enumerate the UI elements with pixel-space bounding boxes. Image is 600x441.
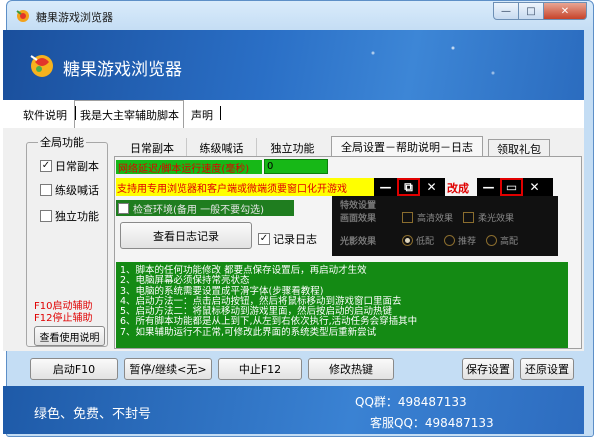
save-settings-button[interactable]: 保存设置 — [462, 358, 514, 380]
restore-settings-button[interactable]: 还原设置 — [520, 358, 574, 380]
checkbox-empty-icon — [40, 210, 52, 222]
maximize-button[interactable]: □ — [519, 2, 544, 20]
view-help-button[interactable]: 查看使用说明 — [34, 326, 105, 346]
stop-hotkey-note: F12停止辅助 — [34, 313, 93, 324]
sparkle-decoration — [333, 38, 533, 88]
window-mode-controls-after: — ▭ ✕ — [477, 178, 553, 196]
browser-note: 支持用专用浏览器和客户端或微端须要窗口化开游戏 — [116, 178, 374, 196]
view-log-button[interactable]: 查看日志记录 — [120, 222, 252, 249]
radio-empty-icon — [444, 235, 456, 246]
menu-item-declaration[interactable]: 声明 — [191, 107, 213, 123]
stop-button[interactable]: 中止F12 — [218, 358, 302, 380]
checkbox-empty-icon — [40, 184, 52, 196]
check-environment-checkbox[interactable]: 检查环境(备用 一般不要勾选) — [116, 200, 294, 216]
menu-bar: 软件说明 我是大主宰辅助脚本 声明 — [3, 100, 584, 128]
tab-independent[interactable]: 独立功能 — [256, 138, 328, 157]
soft-effect-checkbox[interactable]: 柔光效果 — [463, 211, 514, 224]
checkbox-empty-icon — [118, 202, 129, 214]
effects-title: 特效设置 — [340, 201, 377, 211]
leveling-shout-checkbox[interactable]: 练级喊话 — [40, 182, 99, 198]
radio-recommended-label: 推荐 — [458, 237, 477, 247]
radio-recommended[interactable]: 推荐 — [444, 234, 476, 247]
radio-high[interactable]: 高配 — [486, 234, 518, 247]
candy-icon — [16, 10, 29, 22]
menu-separator — [75, 106, 76, 120]
tab-daily-dungeon[interactable]: 日常副本 — [118, 138, 186, 157]
independent-function-label: 独立功能 — [55, 210, 99, 223]
picture-effect-label: 画面效果 — [340, 214, 377, 224]
window-mode-controls-before: — ⧉ ✕ — [374, 178, 445, 196]
light-effect-row: 光影效果 低配 推荐 高配 — [340, 234, 528, 247]
record-log-label: 记录日志 — [273, 233, 317, 246]
radio-high-label: 高配 — [500, 237, 519, 247]
menu-item-script[interactable]: 我是大主宰辅助脚本 — [80, 107, 179, 123]
header-banner: 糖果游戏浏览器 — [3, 30, 584, 100]
candy-logo-icon — [30, 55, 53, 77]
modify-to-label: 改成 — [447, 182, 469, 195]
instructions-panel: 1、脚本的任何功能修改 都要点保存设置后，再启动才生效 2、电脑屏幕必须保持常亮… — [116, 262, 568, 348]
minimize-button[interactable]: — — [493, 2, 519, 20]
service-qq: 客服QQ：498487133 — [370, 416, 494, 430]
maximize-sample-icon: ▭ — [500, 178, 523, 196]
window-title: 糖果游戏浏览器 — [36, 11, 113, 24]
radio-low[interactable]: 低配 — [402, 234, 434, 247]
checkbox-empty-icon — [402, 212, 413, 223]
global-functions-title: 全局功能 — [38, 134, 86, 150]
tab-global-settings[interactable]: 全局设置－帮助说明－日志 — [331, 136, 483, 157]
delay-input[interactable]: 0 — [264, 159, 328, 174]
modify-hotkey-button[interactable]: 修改热键 — [308, 358, 394, 380]
title-bar[interactable]: 糖果游戏浏览器 — □ ✕ — [7, 1, 593, 29]
close-sample-icon: ✕ — [426, 180, 437, 194]
pause-resume-button[interactable]: 暂停/继续<无> — [124, 358, 212, 380]
picture-effect-row: 画面效果 高清效果 柔光效果 — [340, 211, 524, 224]
daily-dungeon-label: 日常副本 — [55, 160, 99, 173]
close-sample-icon: ✕ — [529, 180, 540, 194]
tab-gift-pack[interactable]: 领取礼包 — [488, 139, 550, 157]
menu-separator — [220, 106, 221, 120]
hd-effect-label: 高清效果 — [417, 214, 454, 224]
minimize-sample-icon: — — [482, 180, 495, 194]
record-log-checkbox[interactable]: ✓ 记录日志 — [258, 231, 317, 247]
checkbox-empty-icon — [463, 212, 475, 223]
minimize-sample-icon: — — [379, 180, 392, 194]
radio-low-label: 低配 — [416, 237, 435, 247]
effects-title-row: 特效设置 — [340, 198, 402, 211]
qq-group: QQ群：498487133 — [355, 395, 467, 409]
light-effect-label: 光影效果 — [340, 237, 377, 247]
close-button[interactable]: ✕ — [544, 2, 587, 20]
delay-label: 网络延迟/脚本运行速度(毫秒) — [116, 160, 262, 175]
radio-empty-icon — [486, 235, 498, 246]
restore-sample-icon: ⧉ — [397, 178, 420, 196]
footer-slogan: 绿色、免费、不封号 — [34, 407, 152, 422]
leveling-shout-label: 练级喊话 — [55, 184, 99, 197]
checkbox-checked-icon: ✓ — [40, 160, 52, 172]
effects-settings-panel: 特效设置 画面效果 高清效果 柔光效果 光影效果 低配 推荐 高配 — [332, 196, 558, 256]
menu-item-software-info[interactable]: 软件说明 — [23, 107, 67, 123]
app-title: 糖果游戏浏览器 — [63, 60, 182, 80]
checkbox-checked-icon: ✓ — [258, 233, 270, 245]
radio-selected-icon — [402, 235, 413, 246]
daily-dungeon-checkbox[interactable]: ✓ 日常副本 — [40, 158, 99, 174]
independent-function-checkbox[interactable]: 独立功能 — [40, 208, 99, 224]
soft-effect-label: 柔光效果 — [478, 214, 515, 224]
instruction-line: 7、如果辅助运行不正常,可修改此界面的系统类型后重新尝试 — [120, 326, 377, 338]
start-button[interactable]: 启动F10 — [30, 358, 118, 380]
window-controls: — □ ✕ — [493, 2, 587, 20]
hd-effect-checkbox[interactable]: 高清效果 — [402, 211, 453, 224]
check-environment-label: 检查环境(备用 一般不要勾选) — [133, 204, 264, 216]
tab-leveling-shout[interactable]: 练级喊话 — [186, 138, 256, 157]
